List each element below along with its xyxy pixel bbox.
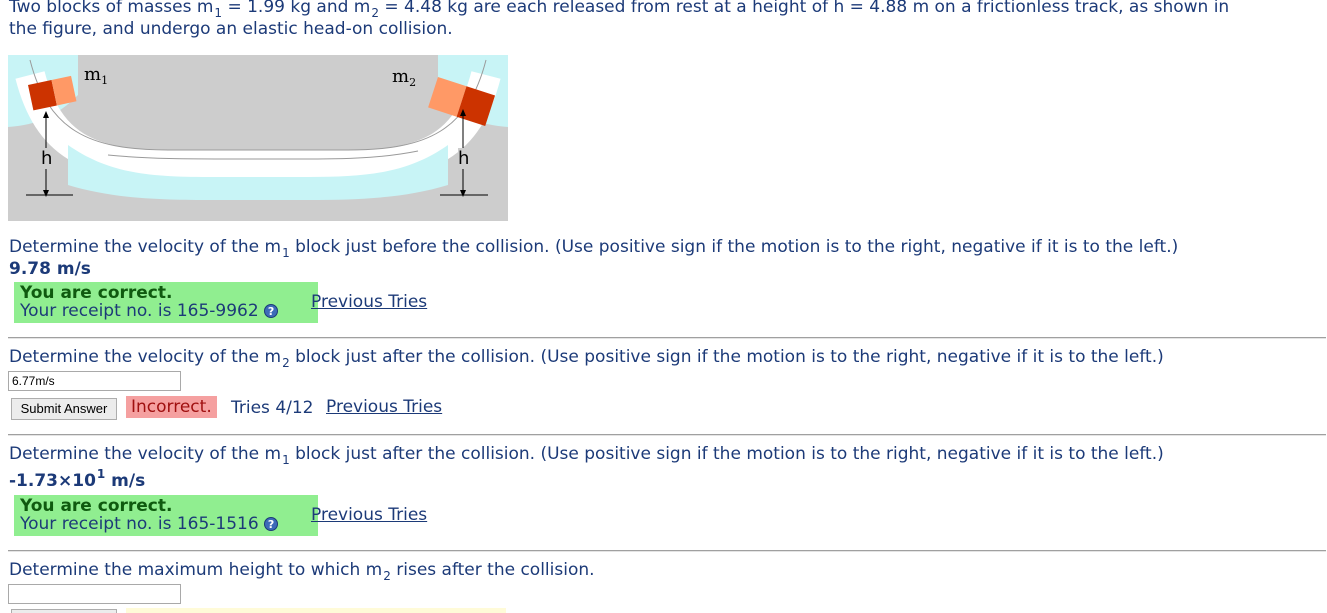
tries-count-2: Tries 4/12 [231,398,314,418]
help-icon[interactable]: ? [264,517,279,531]
help-icon[interactable]: ? [264,304,279,318]
submit-answer-button-partial[interactable] [11,609,117,613]
submit-answer-button[interactable]: Submit Answer [11,398,117,420]
previous-tries-link-2[interactable]: Previous Tries [326,397,442,417]
divider [8,337,1326,339]
answer-input-2[interactable] [8,371,181,391]
answer-input-4[interactable] [8,584,181,604]
hint-box-partial [126,608,506,613]
question-1: Determine the velocity of the m1 block j… [9,237,1179,260]
question-3: Determine the velocity of the m1 block j… [9,444,1164,467]
label-h-left: h [41,148,53,169]
previous-tries-link-1[interactable]: Previous Tries [311,292,427,312]
label-m1: m1 [84,64,109,87]
track-figure [8,55,508,221]
answer-3: -1.73×101 m/s [9,467,146,491]
previous-tries-link-3[interactable]: Previous Tries [311,505,427,525]
status-incorrect-2: Incorrect. [126,396,217,418]
status-correct-3: You are correct. Your receipt no. is 165… [14,495,318,536]
label-m2: m2 [392,66,417,89]
problem-intro-line1: Two blocks of masses m1 = 1.99 kg and m2… [9,0,1230,20]
question-2: Determine the velocity of the m2 block j… [9,347,1164,370]
status-correct-1: You are correct. Your receipt no. is 165… [14,282,318,323]
answer-1: 9.78 m/s [9,259,91,279]
divider [8,434,1326,436]
question-4: Determine the maximum height to which m2… [9,560,595,583]
problem-intro-line2: the figure, and undergo an elastic head-… [9,19,453,39]
label-h-right: h [458,148,470,169]
divider [8,550,1326,552]
